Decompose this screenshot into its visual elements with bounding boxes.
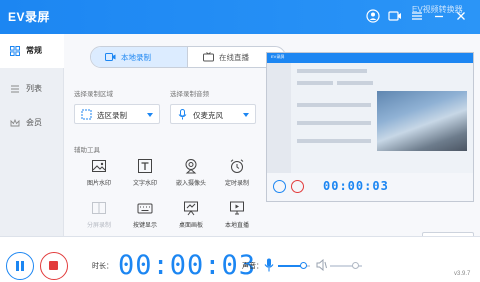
tool-label: 文字水印 — [132, 181, 157, 187]
title-bar: EV录屏 EV视频转换器 — [0, 0, 480, 34]
preview-sidebar — [267, 63, 291, 173]
preview-row — [297, 121, 371, 125]
region-select[interactable]: 选区录制 — [74, 104, 160, 124]
image-icon — [91, 158, 107, 174]
sound-label: 声音： — [242, 263, 263, 270]
grid-icon — [10, 46, 20, 56]
mode-tabs: 本地录制 在线直播 — [90, 46, 286, 68]
webcam-icon — [183, 158, 199, 174]
preview-row — [297, 103, 371, 107]
video-camera-icon — [105, 52, 116, 62]
region-icon — [81, 109, 92, 120]
preview-row — [297, 81, 333, 85]
region-value: 选区录制 — [97, 111, 127, 120]
tool-embed-webcam[interactable]: 嵌入摄像头 — [170, 158, 212, 192]
tool-label: 定时录制 — [224, 181, 249, 187]
record-timer: 00:00:03 — [118, 250, 257, 281]
slider-knob[interactable] — [299, 262, 307, 269]
sidebar-item-membership[interactable]: 会员 — [0, 106, 64, 140]
control-bar: 时长： 00:00:03 声音： v3.9.7 — [0, 236, 480, 282]
tool-label: 按键显示 — [132, 223, 157, 229]
chevron-down-icon — [243, 113, 249, 117]
crown-icon — [10, 118, 20, 128]
menu-icon[interactable] — [410, 9, 424, 23]
pause-icon — [16, 261, 19, 271]
tool-key-display[interactable]: 按键显示 — [124, 200, 166, 234]
tool-label: 分屏录制 — [86, 223, 111, 229]
tool-split-screen: 分屏录制 — [78, 200, 120, 234]
preview-stop-icon — [291, 180, 304, 193]
tab-label: 在线直播 — [219, 53, 249, 62]
tool-label: 嵌入摄像头 — [175, 181, 206, 187]
tools-label: 辅助工具 — [74, 147, 100, 154]
alarm-clock-icon — [229, 158, 245, 174]
app-window: EV录屏 EV视频转换器 常规 列表 会员 本地录制 在线直播 选择录制区域 选… — [0, 0, 480, 282]
whiteboard-icon — [183, 200, 199, 216]
tool-scheduled-record[interactable]: 定时录制 — [216, 158, 258, 192]
pause-icon — [21, 261, 24, 271]
preview-panel: EV录屏 00:00:03 — [266, 52, 474, 202]
microphone-icon — [177, 109, 188, 120]
chevron-down-icon — [147, 113, 153, 117]
speaker-volume-slider[interactable] — [330, 262, 362, 269]
video-icon[interactable] — [388, 9, 402, 23]
tab-local-record[interactable]: 本地录制 — [91, 47, 188, 67]
audio-label: 选择录制音频 — [170, 91, 209, 98]
app-title: EV录屏 — [8, 10, 51, 24]
sidebar: 常规 列表 会员 — [0, 34, 64, 236]
sidebar-item-label: 会员 — [26, 118, 42, 127]
tool-desktop-whiteboard[interactable]: 桌面画板 — [170, 200, 212, 234]
sidebar-item-list[interactable]: 列表 — [0, 72, 64, 106]
live-tv-icon — [203, 52, 214, 62]
microphone-icon[interactable] — [264, 258, 274, 272]
close-icon[interactable] — [454, 9, 468, 23]
sidebar-item-general[interactable]: 常规 — [0, 34, 64, 68]
pause-button[interactable] — [6, 252, 34, 280]
sidebar-item-label: 常规 — [26, 46, 42, 55]
split-screen-icon — [91, 200, 107, 216]
monitor-icon — [229, 200, 245, 216]
user-icon[interactable] — [366, 9, 380, 23]
speaker-icon[interactable] — [316, 259, 327, 271]
preview-row — [297, 139, 371, 143]
list-icon — [10, 84, 20, 94]
stop-button[interactable] — [40, 252, 68, 280]
keyboard-icon — [137, 200, 153, 216]
slider-knob[interactable] — [351, 262, 359, 269]
preview-title: EV录屏 — [271, 54, 285, 59]
stop-icon — [49, 261, 58, 270]
preview-control-bar: 00:00:03 — [267, 173, 473, 201]
minimize-icon[interactable] — [432, 9, 446, 23]
tool-image-watermark[interactable]: 图片水印 — [78, 158, 120, 192]
mic-volume-slider[interactable] — [278, 262, 310, 269]
tool-local-live[interactable]: 本地直播 — [216, 200, 258, 234]
duration-label: 时长： — [92, 263, 113, 270]
preview-body — [291, 63, 473, 173]
preview-pause-icon — [273, 180, 286, 193]
preview-row — [297, 69, 367, 73]
audio-value: 仅麦克风 — [193, 111, 223, 120]
text-icon — [137, 158, 153, 174]
region-label: 选择录制区域 — [74, 91, 113, 98]
version-label: v3.9.7 — [454, 271, 471, 277]
tab-label: 本地录制 — [121, 53, 151, 62]
preview-timer: 00:00:03 — [323, 179, 389, 193]
tool-label: 本地直播 — [224, 223, 249, 229]
main-panel: 本地录制 在线直播 选择录制区域 选区录制 选择录制音频 仅麦克风 辅助工具 图… — [64, 34, 480, 252]
sidebar-item-label: 列表 — [26, 84, 42, 93]
preview-image — [377, 91, 467, 151]
audio-select[interactable]: 仅麦克风 — [170, 104, 256, 124]
preview-row — [337, 81, 373, 85]
tool-label: 图片水印 — [86, 181, 111, 187]
preview-title-bar: EV录屏 — [267, 53, 473, 63]
tool-label: 桌面画板 — [178, 223, 203, 229]
tool-text-watermark[interactable]: 文字水印 — [124, 158, 166, 192]
